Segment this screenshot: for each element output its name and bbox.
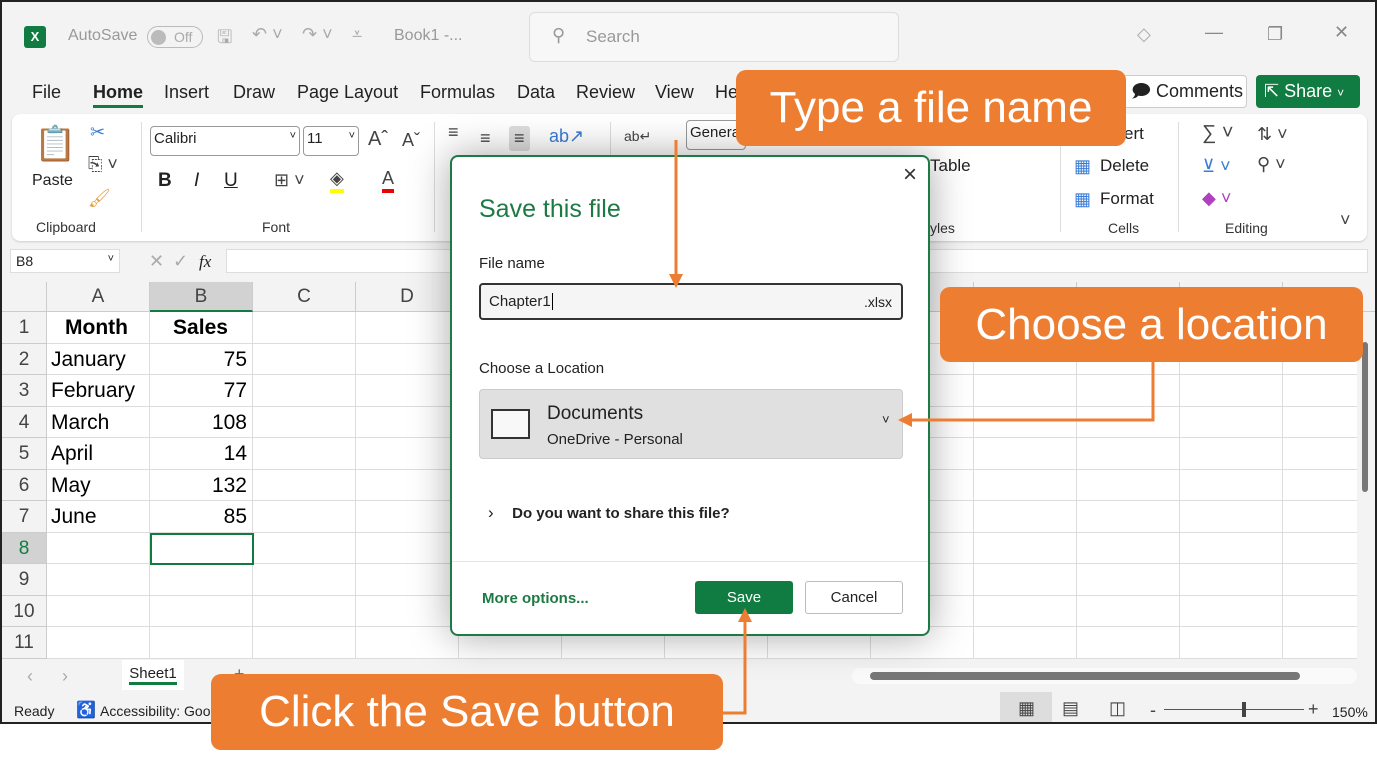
arrowhead: [738, 608, 752, 622]
arrow-to-location: [910, 360, 1155, 422]
arrowhead: [669, 274, 683, 288]
callout-choose-location: Choose a location: [940, 287, 1363, 362]
annotation-arrows: [669, 140, 1155, 715]
callout-click-save: Click the Save button: [211, 674, 723, 750]
callout-type-file-name: Type a file name: [736, 70, 1126, 146]
arrowhead: [898, 413, 912, 427]
arrow-to-save: [722, 620, 747, 715]
